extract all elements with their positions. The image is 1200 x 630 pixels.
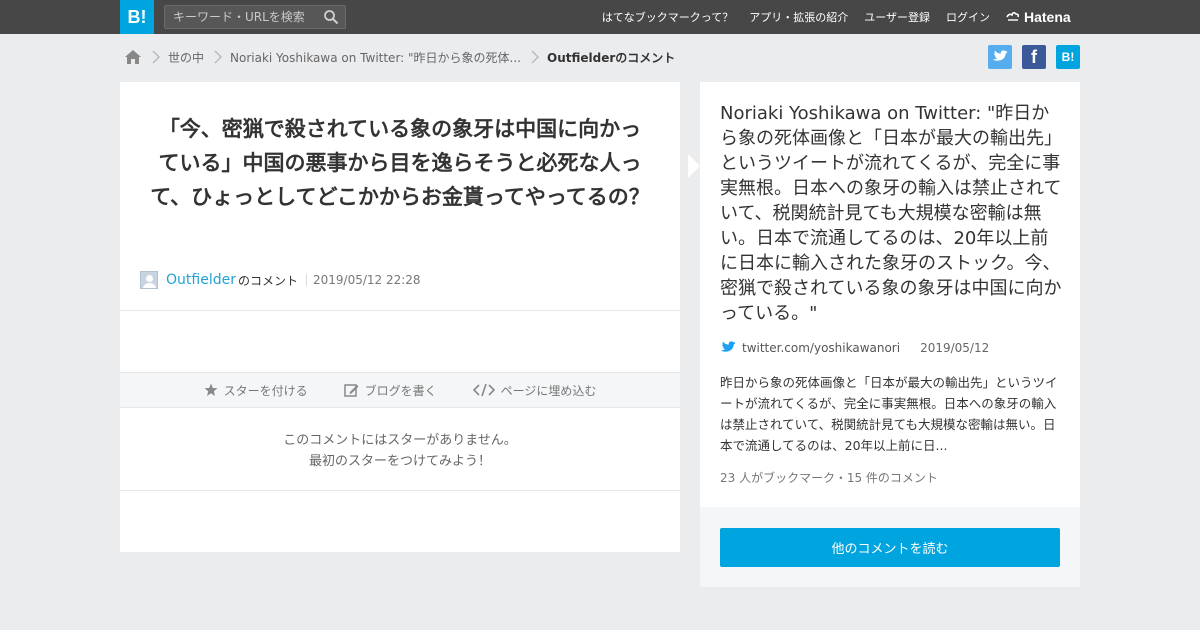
- chevron-right-icon: [531, 50, 540, 64]
- hatena-bookmark-logo[interactable]: B!: [120, 0, 154, 34]
- chevron-right-icon: [152, 50, 161, 64]
- breadcrumb-entry[interactable]: Noriaki Yoshikawa on Twitter: "昨日から象の死体.…: [230, 49, 521, 66]
- header-nav: はてなブックマークって？ アプリ・拡張の紹介 ユーザー登録 ログイン: [586, 0, 990, 34]
- add-star-button[interactable]: スターを付ける: [204, 382, 308, 399]
- breadcrumb-current: Outfielderのコメント: [547, 50, 676, 65]
- add-star-label: スターを付ける: [223, 383, 308, 398]
- share-facebook-button[interactable]: f: [1022, 45, 1046, 69]
- entry-date: 2019/05/12: [920, 341, 990, 355]
- chevron-right-icon: [214, 50, 223, 64]
- nav-apps[interactable]: アプリ・拡張の紹介: [749, 9, 848, 25]
- write-blog-label: ブログを書く: [364, 383, 437, 398]
- nav-login[interactable]: ログイン: [946, 9, 990, 25]
- empty-star-message: このコメントにはスターがありません。 最初のスターをつけてみよう！: [120, 430, 680, 472]
- comment-actions: スターを付ける ブログを書く ページに埋め込む: [120, 372, 680, 408]
- comment-date: 2019/05/12 22:28: [312, 273, 421, 287]
- avatar[interactable]: [140, 271, 158, 289]
- breadcrumb: 世の中 Noriaki Yoshikawa on Twitter: "昨日から象…: [124, 46, 675, 68]
- breadcrumb-category[interactable]: 世の中: [168, 49, 204, 66]
- username-link[interactable]: Outfielder: [166, 272, 236, 288]
- share-buttons: f B!: [988, 45, 1080, 69]
- bookmark-counts[interactable]: 23 人がブックマーク・15 件のコメント: [720, 469, 938, 486]
- twitter-icon: [720, 341, 736, 352]
- write-blog-button[interactable]: ブログを書く: [343, 382, 437, 399]
- entry-title[interactable]: Noriaki Yoshikawa on Twitter: "昨日から象の死体画…: [720, 101, 1062, 326]
- empty-star-line2: 最初のスターをつけてみよう！: [308, 454, 491, 469]
- hatena-cloud-icon: [1006, 11, 1020, 21]
- comment-text: 「今、密猟で殺されている象の象牙は中国に向かっている」中国の悪事から目を逸らそう…: [150, 117, 650, 209]
- nav-signup[interactable]: ユーザー登録: [864, 9, 930, 25]
- search-box[interactable]: [164, 5, 346, 29]
- comment-suffix: のコメント: [237, 273, 298, 288]
- home-icon[interactable]: [124, 48, 142, 66]
- entry-panel: Noriaki Yoshikawa on Twitter: "昨日から象の死体画…: [688, 82, 1080, 507]
- comment-panel: 「今、密猟で殺されている象の象牙は中国に向かっている」中国の悪事から目を逸らそう…: [120, 82, 680, 552]
- edit-icon: [343, 383, 359, 397]
- hatena-brand-link[interactable]: Hatena: [1006, 0, 1071, 34]
- panel-pointer: [688, 154, 700, 178]
- hatena-brand-label: Hatena: [1024, 9, 1071, 25]
- entry-source: twitter.com/yoshikawanori 2019/05/12: [720, 341, 989, 355]
- empty-star-line1: このコメントにはスターがありません。: [283, 433, 517, 448]
- comment-meta: Outfielder のコメント 2019/05/12 22:28: [140, 270, 421, 290]
- search-input[interactable]: [165, 6, 315, 28]
- star-icon: [204, 383, 218, 396]
- source-link[interactable]: twitter.com/yoshikawanori: [742, 341, 900, 355]
- divider: [120, 490, 680, 491]
- entry-footer: 他のコメントを読む: [700, 507, 1080, 587]
- meta-divider: [305, 274, 307, 286]
- search-icon[interactable]: [323, 9, 339, 25]
- twitter-icon: [992, 50, 1008, 61]
- divider: [120, 310, 680, 311]
- embed-label: ページに埋め込む: [500, 383, 597, 398]
- embed-button[interactable]: ページに埋め込む: [472, 382, 597, 399]
- code-icon: [472, 383, 495, 397]
- read-more-comments-button[interactable]: 他のコメントを読む: [720, 528, 1060, 567]
- nav-about[interactable]: はてなブックマークって？: [602, 9, 733, 25]
- share-hatena-button[interactable]: B!: [1056, 45, 1080, 69]
- top-bar: B! はてなブックマークって？ アプリ・拡張の紹介 ユーザー登録 ログイン Ha…: [0, 0, 1200, 34]
- entry-summary: 昨日から象の死体画像と「日本が最大の輸出先」というツイートが流れてくるが、完全に…: [720, 375, 1058, 453]
- share-twitter-button[interactable]: [988, 45, 1012, 69]
